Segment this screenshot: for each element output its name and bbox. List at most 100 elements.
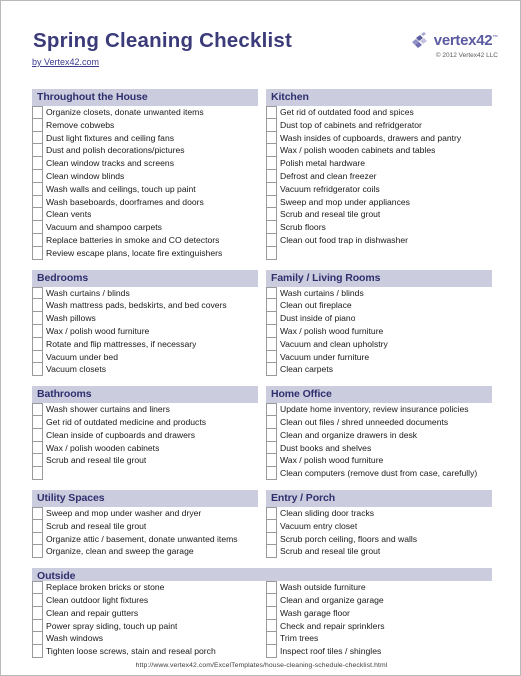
checklist-item[interactable]: Replace broken bricks or stone bbox=[32, 581, 258, 594]
checkbox[interactable] bbox=[32, 632, 43, 646]
checklist-item[interactable]: Power spray siding, touch up paint bbox=[32, 619, 258, 633]
checklist-item[interactable]: Scrub and reseal tile grout bbox=[32, 519, 258, 533]
checkbox[interactable] bbox=[266, 350, 277, 364]
checkbox[interactable] bbox=[266, 363, 277, 377]
checklist-item[interactable]: Vacuum entry closet bbox=[266, 519, 492, 533]
checkbox[interactable] bbox=[32, 182, 43, 196]
checklist-item[interactable]: Clean window blinds bbox=[32, 169, 258, 183]
checklist-item-empty[interactable] bbox=[32, 467, 258, 480]
checkbox[interactable] bbox=[266, 506, 277, 520]
checklist-item[interactable]: Wash walls and ceilings, touch up paint bbox=[32, 182, 258, 196]
checkbox[interactable] bbox=[266, 467, 277, 480]
checklist-item[interactable]: Get rid of outdated medicine and product… bbox=[32, 415, 258, 429]
checkbox[interactable] bbox=[32, 532, 43, 546]
checklist-item[interactable]: Clean out fireplace bbox=[266, 299, 492, 313]
checkbox[interactable] bbox=[32, 403, 43, 416]
checkbox[interactable] bbox=[266, 532, 277, 546]
checklist-item[interactable]: Clean computers (remove dust from case, … bbox=[266, 467, 492, 480]
checklist-item[interactable]: Wax / polish wood furniture bbox=[266, 324, 492, 338]
checkbox[interactable] bbox=[32, 454, 43, 468]
checklist-item[interactable]: Clean sliding door tracks bbox=[266, 506, 492, 520]
checklist-item[interactable]: Scrub and reseal tile grout bbox=[32, 454, 258, 468]
checklist-item[interactable]: Dust and polish decorations/pictures bbox=[32, 144, 258, 158]
checklist-item[interactable]: Get rid of outdated food and spices bbox=[266, 106, 492, 119]
checklist-item[interactable]: Clean vents bbox=[32, 208, 258, 222]
checkbox[interactable] bbox=[266, 221, 277, 234]
vertex42-subtitle-link[interactable]: by Vertex42.com bbox=[32, 57, 99, 67]
checkbox[interactable] bbox=[32, 581, 43, 594]
checklist-item[interactable]: Polish metal hardware bbox=[266, 157, 492, 170]
checklist-item[interactable]: Sweep and mop under appliances bbox=[266, 195, 492, 209]
checklist-item[interactable]: Sweep and mop under washer and dryer bbox=[32, 506, 258, 520]
checkbox[interactable] bbox=[266, 441, 277, 455]
checkbox[interactable] bbox=[32, 246, 43, 260]
checkbox[interactable] bbox=[32, 415, 43, 429]
checklist-item[interactable]: Dust inside of piano bbox=[266, 312, 492, 325]
checkbox[interactable] bbox=[32, 519, 43, 533]
checklist-item[interactable]: Wash windows bbox=[32, 632, 258, 646]
checkbox[interactable] bbox=[32, 157, 43, 170]
checkbox[interactable] bbox=[32, 324, 43, 338]
checklist-item[interactable]: Wash outside furniture bbox=[266, 581, 492, 594]
checklist-item[interactable]: Rotate and flip mattresses, if necessary bbox=[32, 337, 258, 351]
checkbox[interactable] bbox=[266, 337, 277, 351]
checklist-item[interactable]: Vacuum under furniture bbox=[266, 350, 492, 364]
checkbox[interactable] bbox=[266, 324, 277, 338]
checkbox[interactable] bbox=[32, 593, 43, 607]
checklist-item[interactable]: Review escape plans, locate fire extingu… bbox=[32, 246, 258, 260]
checklist-item[interactable]: Wash mattress pads, bedskirts, and bed c… bbox=[32, 299, 258, 313]
checklist-item[interactable]: Wash curtains / blinds bbox=[32, 286, 258, 300]
checkbox[interactable] bbox=[266, 606, 277, 620]
checklist-item[interactable]: Wash garage floor bbox=[266, 606, 492, 620]
checkbox[interactable] bbox=[266, 131, 277, 145]
checkbox[interactable] bbox=[266, 106, 277, 119]
checklist-item[interactable]: Vacuum and clean upholstry bbox=[266, 337, 492, 351]
checklist-item[interactable]: Scrub floors bbox=[266, 221, 492, 234]
checkbox[interactable] bbox=[32, 350, 43, 364]
checkbox[interactable] bbox=[266, 632, 277, 646]
checkbox[interactable] bbox=[32, 441, 43, 455]
checklist-item[interactable]: Vacuum refridgerator coils bbox=[266, 182, 492, 196]
checkbox[interactable] bbox=[266, 415, 277, 429]
checkbox[interactable] bbox=[32, 299, 43, 313]
checklist-item[interactable]: Wash pillows bbox=[32, 312, 258, 325]
checkbox[interactable] bbox=[266, 428, 277, 442]
checkbox[interactable] bbox=[32, 195, 43, 209]
checklist-item[interactable]: Wash shower curtains and liners bbox=[32, 403, 258, 416]
checkbox[interactable] bbox=[266, 157, 277, 170]
checkbox[interactable] bbox=[32, 363, 43, 377]
checkbox[interactable] bbox=[266, 581, 277, 594]
checklist-item[interactable]: Update home inventory, review insurance … bbox=[266, 403, 492, 416]
checkbox[interactable] bbox=[32, 169, 43, 183]
checklist-item[interactable]: Vacuum closets bbox=[32, 363, 258, 377]
checklist-item[interactable]: Clean window tracks and screens bbox=[32, 157, 258, 170]
checklist-item[interactable]: Vacuum and shampoo carpets bbox=[32, 221, 258, 234]
checklist-item[interactable]: Wax / polish wood furniture bbox=[266, 454, 492, 468]
checklist-item[interactable]: Dust top of cabinets and refridgerator bbox=[266, 118, 492, 132]
checklist-item[interactable]: Wax / polish wood furniture bbox=[32, 324, 258, 338]
checkbox[interactable] bbox=[32, 286, 43, 300]
checkbox[interactable] bbox=[266, 169, 277, 183]
checkbox[interactable] bbox=[32, 337, 43, 351]
checkbox[interactable] bbox=[32, 208, 43, 222]
checklist-item[interactable]: Clean out food trap in dishwasher bbox=[266, 233, 492, 247]
checklist-item[interactable]: Organize closets, donate unwanted items bbox=[32, 106, 258, 119]
checklist-item[interactable]: Remove cobwebs bbox=[32, 118, 258, 132]
checklist-item[interactable]: Clean and organize drawers in desk bbox=[266, 428, 492, 442]
checkbox[interactable] bbox=[266, 118, 277, 132]
checklist-item[interactable]: Wash curtains / blinds bbox=[266, 286, 492, 300]
checklist-item[interactable]: Clean carpets bbox=[266, 363, 492, 377]
checkbox[interactable] bbox=[266, 312, 277, 325]
checkbox[interactable] bbox=[32, 619, 43, 633]
checkbox[interactable] bbox=[266, 246, 277, 260]
checklist-item[interactable]: Clean outdoor light fixtures bbox=[32, 593, 258, 607]
checkbox[interactable] bbox=[32, 506, 43, 520]
checklist-item[interactable]: Clean and organize garage bbox=[266, 593, 492, 607]
checkbox[interactable] bbox=[266, 195, 277, 209]
checkbox[interactable] bbox=[32, 545, 43, 559]
checkbox[interactable] bbox=[32, 606, 43, 620]
checklist-item[interactable]: Wash insides of cupboards, drawers and p… bbox=[266, 131, 492, 145]
checklist-item[interactable]: Clean and repair gutters bbox=[32, 606, 258, 620]
checklist-item[interactable]: Scrub porch ceiling, floors and walls bbox=[266, 532, 492, 546]
checkbox[interactable] bbox=[32, 428, 43, 442]
